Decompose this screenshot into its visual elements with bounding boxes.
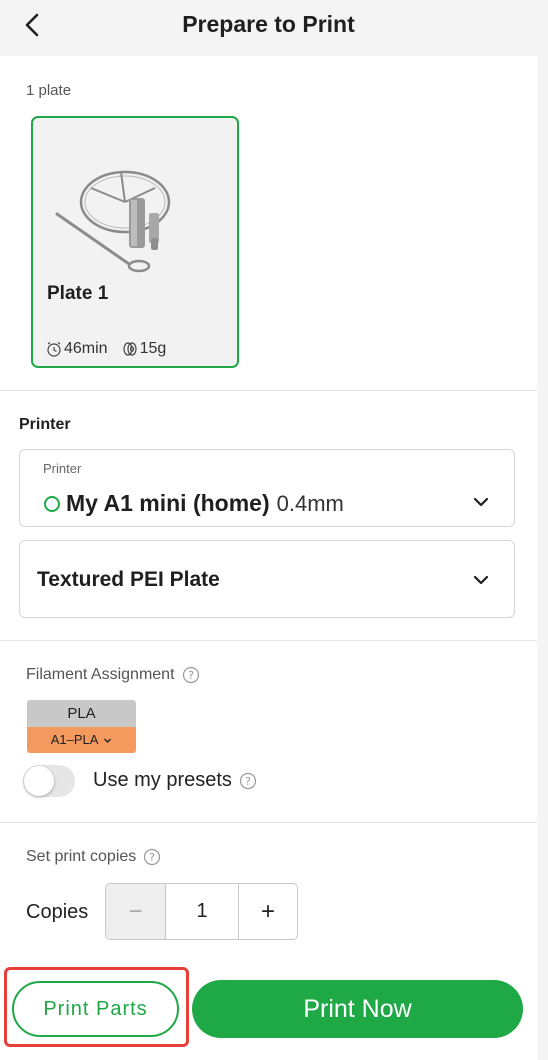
filament-slot-label: A1–PLA [50, 732, 98, 747]
copies-section-text: Set print copies [26, 848, 137, 865]
filament-chip[interactable]: PLA A1–PLA [27, 700, 136, 753]
printer-select[interactable]: Printer My A1 mini (home) 0.4mm [19, 449, 515, 527]
copies-label: Copies [26, 901, 89, 923]
chevron-down-icon [104, 738, 112, 743]
filament-section-label: Filament Assignment ? [26, 666, 200, 684]
use-presets-toggle[interactable] [23, 765, 75, 797]
help-icon[interactable]: ? [143, 848, 161, 866]
page-title: Prepare to Print [182, 11, 355, 37]
printer-section-label: Printer [19, 416, 71, 433]
printer-caption: Printer [43, 461, 82, 476]
print-parts-button[interactable]: Print Parts [12, 981, 179, 1037]
divider [0, 640, 537, 641]
print-time: 46min [64, 340, 108, 357]
plate-stats: 46min 15g [46, 340, 166, 358]
chevron-down-icon [473, 575, 489, 585]
right-edge-shade [537, 0, 548, 1060]
chevron-down-icon [473, 497, 489, 507]
use-presets-text: Use my presets [93, 769, 232, 791]
model-thumbnail [55, 170, 171, 273]
use-presets-label: Use my presets ? [93, 769, 257, 792]
plate-name: Plate 1 [47, 283, 109, 304]
copies-value[interactable]: 1 [166, 884, 239, 939]
decrement-button[interactable]: − [106, 884, 166, 939]
plate-count-label: 1 plate [26, 82, 72, 99]
online-status-icon [44, 495, 60, 512]
increment-button[interactable]: + [239, 884, 297, 939]
printer-name: My A1 mini (home) [66, 490, 270, 516]
nozzle-size: 0.4mm [276, 490, 344, 516]
svg-text:?: ? [245, 775, 251, 788]
divider [0, 822, 537, 823]
plate-card[interactable]: Plate 1 46min 15g [31, 116, 239, 368]
print-now-button[interactable]: Print Now [192, 980, 523, 1038]
filament-slot: A1–PLA [27, 727, 136, 753]
printer-line: My A1 mini (home) 0.4mm [44, 490, 344, 517]
svg-text:?: ? [188, 669, 194, 682]
svg-text:?: ? [149, 851, 155, 864]
copies-stepper: − 1 + [105, 883, 298, 940]
clock-icon [47, 342, 61, 357]
help-icon[interactable]: ? [239, 772, 257, 790]
toggle-knob [24, 766, 54, 796]
filament-spool-icon [122, 342, 137, 356]
filament-weight: 15g [139, 340, 167, 357]
plate-type-label: Textured PEI Plate [37, 568, 220, 591]
copies-section-label: Set print copies ? [26, 848, 161, 866]
help-icon[interactable]: ? [182, 666, 200, 684]
divider [0, 390, 537, 391]
top-bar: Prepare to Print [0, 0, 537, 56]
plate-type-select[interactable]: Textured PEI Plate [19, 540, 515, 618]
filament-material: PLA [27, 700, 136, 727]
filament-label-text: Filament Assignment [26, 666, 175, 683]
